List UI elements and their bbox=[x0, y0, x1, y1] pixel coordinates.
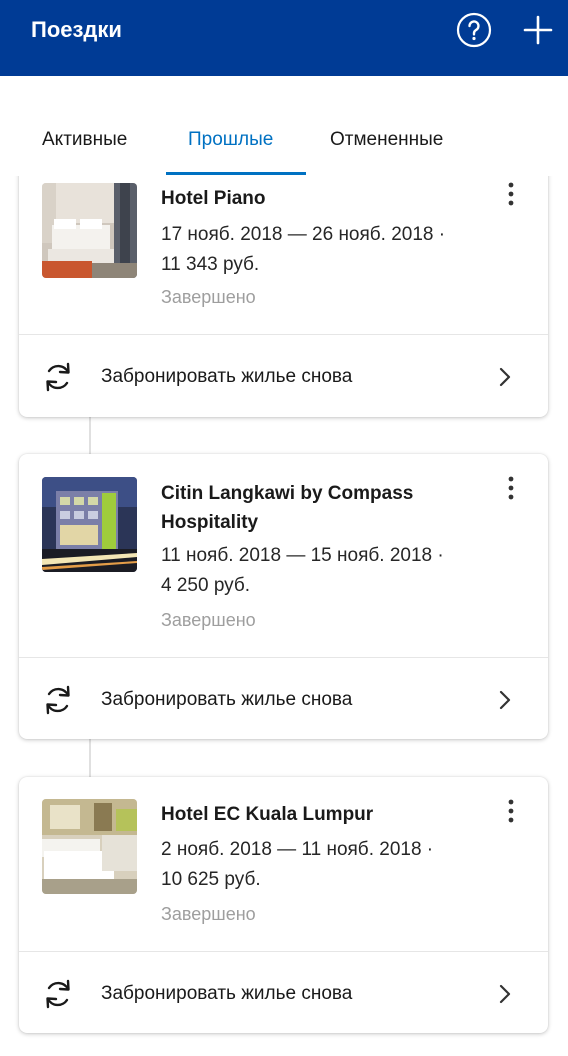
rebook-button[interactable]: Забронировать жилье снова bbox=[19, 335, 548, 417]
timeline-connector bbox=[89, 739, 91, 777]
tab-past[interactable]: Прошлые bbox=[188, 128, 273, 152]
more-options-icon[interactable] bbox=[503, 474, 519, 504]
tab-cancelled[interactable]: Отмененные bbox=[330, 128, 443, 152]
hotel-photo bbox=[42, 799, 137, 894]
timeline-connector bbox=[89, 416, 91, 454]
trip-dates: 11 нояб. 2018 — 15 нояб. 2018 · bbox=[161, 545, 444, 566]
rebook-label: Забронировать жилье снова bbox=[101, 689, 353, 710]
chevron-right-icon bbox=[499, 984, 511, 1004]
help-circle-icon[interactable] bbox=[456, 12, 492, 48]
trip-dates: 17 нояб. 2018 — 26 нояб. 2018 · bbox=[161, 224, 446, 245]
more-options-icon[interactable] bbox=[503, 180, 519, 210]
trip-price: 4 250 руб. bbox=[161, 575, 251, 596]
trip-card[interactable]: Hotel EC Kuala Lumpur 2 нояб. 2018 — 11 … bbox=[19, 777, 548, 1033]
tab-active[interactable]: Активные bbox=[42, 128, 127, 152]
trip-status: Завершено bbox=[161, 610, 256, 630]
trip-price: 11 343 руб. bbox=[161, 254, 260, 275]
rebook-label: Забронировать жилье снова bbox=[101, 366, 353, 387]
trip-status: Завершено bbox=[161, 287, 256, 307]
hotel-name-line-2[interactable]: Hospitality bbox=[161, 508, 491, 537]
page-title: Поездки bbox=[31, 17, 122, 42]
trip-card[interactable]: Citin Langkawi by Compass Hospitality 11… bbox=[19, 454, 548, 739]
trip-card[interactable]: Hotel Piano 17 нояб. 2018 — 26 нояб. 201… bbox=[19, 176, 548, 417]
rebook-button[interactable]: Забронировать жилье снова bbox=[19, 658, 548, 740]
hotel-name-line-1[interactable]: Citin Langkawi by Compass bbox=[161, 479, 491, 508]
hotel-photo bbox=[42, 183, 137, 278]
rebook-label: Забронировать жилье снова bbox=[101, 983, 353, 1004]
trip-price: 10 625 руб. bbox=[161, 869, 261, 890]
chevron-right-icon bbox=[499, 367, 511, 387]
app-bar: Поездки bbox=[0, 0, 568, 76]
refresh-icon bbox=[46, 362, 70, 392]
hotel-name[interactable]: Hotel Piano bbox=[161, 184, 491, 213]
hotel-name[interactable]: Hotel EC Kuala Lumpur bbox=[161, 800, 491, 829]
plus-icon[interactable] bbox=[520, 12, 556, 48]
more-options-icon[interactable] bbox=[503, 797, 519, 827]
trip-dates: 2 нояб. 2018 — 11 нояб. 2018 · bbox=[161, 839, 434, 860]
trip-status: Завершено bbox=[161, 904, 256, 924]
refresh-icon bbox=[46, 685, 70, 715]
hotel-photo bbox=[42, 477, 137, 572]
tab-bar: Активные Прошлые Отмененные bbox=[0, 76, 568, 176]
trips-list[interactable]: Hotel Piano 17 нояб. 2018 — 26 нояб. 201… bbox=[0, 176, 568, 1056]
refresh-icon bbox=[46, 979, 70, 1009]
rebook-button[interactable]: Забронировать жилье снова bbox=[19, 952, 548, 1034]
selected-tab-indicator bbox=[166, 172, 306, 175]
chevron-right-icon bbox=[499, 690, 511, 710]
